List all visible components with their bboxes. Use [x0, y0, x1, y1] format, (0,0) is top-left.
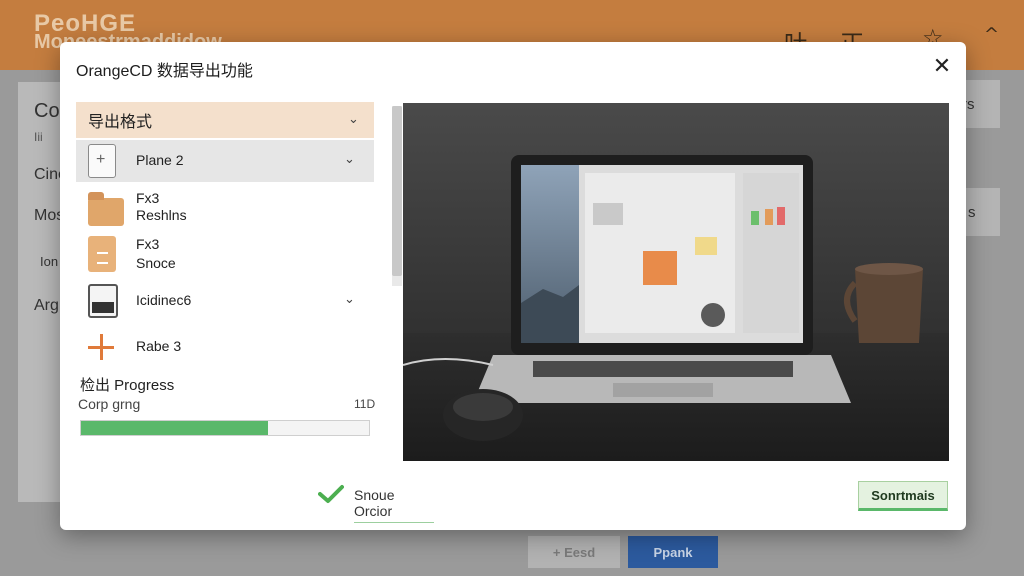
chevron-down-icon[interactable]: ⌄ — [344, 152, 355, 167]
progress-title: 检出 Progress — [80, 377, 175, 394]
document-icon — [88, 236, 116, 272]
sidebar-item-arg[interactable]: Arg — [34, 297, 59, 315]
format-item-icidinec[interactable]: Icidinec6 ⌄ — [76, 280, 374, 324]
dialog-title: OrangeCD 数据导出功能 — [76, 63, 253, 80]
primary-button[interactable]: Ppank — [628, 536, 718, 568]
format-item-reshlns[interactable]: Fx3 Reshlns — [76, 186, 374, 230]
sidebar-item-ion[interactable]: Ion — [40, 254, 58, 269]
format-item-label: Rabe 3 — [136, 338, 182, 354]
close-icon[interactable]: ✕ — [930, 54, 954, 78]
export-dialog: OrangeCD 数据导出功能 ✕ 导出格式 ⌄ Plane 2 ⌄ Fx3 R… — [60, 42, 966, 530]
laptop-photo — [403, 103, 949, 461]
file-plus-icon — [88, 144, 116, 178]
format-item-label-line2: Reshlns — [136, 207, 187, 223]
preview-image — [403, 103, 949, 461]
format-item-label: Icidinec6 — [136, 292, 192, 308]
format-item-label-line2: Snoce — [136, 255, 176, 271]
progress-bar — [80, 420, 370, 436]
list-scrollbar-thumb[interactable] — [392, 106, 402, 276]
status-link[interactable]: Snoue Orcior — [354, 487, 434, 523]
format-item-label-line1: Fx3 — [136, 190, 160, 206]
progress-status: Corp grng — [78, 396, 141, 412]
progress-value: 11D — [354, 397, 376, 411]
format-item-rabe[interactable]: Rabe 3 — [76, 328, 374, 368]
folder-icon — [88, 192, 124, 226]
chevron-down-icon: ⌄ — [348, 112, 359, 127]
submit-button[interactable]: Sonrtmais — [858, 481, 948, 511]
format-item-label: Plane 2 — [136, 152, 184, 168]
format-item-label-line1: Fx3 — [136, 236, 160, 252]
format-item-plane[interactable]: Plane 2 ⌄ — [76, 140, 374, 182]
format-item-snoce[interactable]: Fx3 Snoce — [76, 232, 374, 278]
right-card-label-2: s — [968, 204, 976, 221]
sidebar-subtitle: Iii — [34, 130, 43, 144]
format-dropdown[interactable]: 导出格式 ⌄ — [76, 102, 374, 138]
progress-bar-fill — [81, 421, 269, 435]
chevron-down-icon[interactable]: ⌄ — [344, 292, 355, 307]
format-dropdown-label: 导出格式 — [88, 114, 153, 131]
monitor-icon — [88, 284, 118, 318]
check-icon — [318, 485, 344, 503]
plus-icon — [88, 334, 116, 362]
collapse-icon[interactable]: ^ — [984, 24, 999, 45]
add-button[interactable]: + Eesd — [528, 536, 620, 568]
